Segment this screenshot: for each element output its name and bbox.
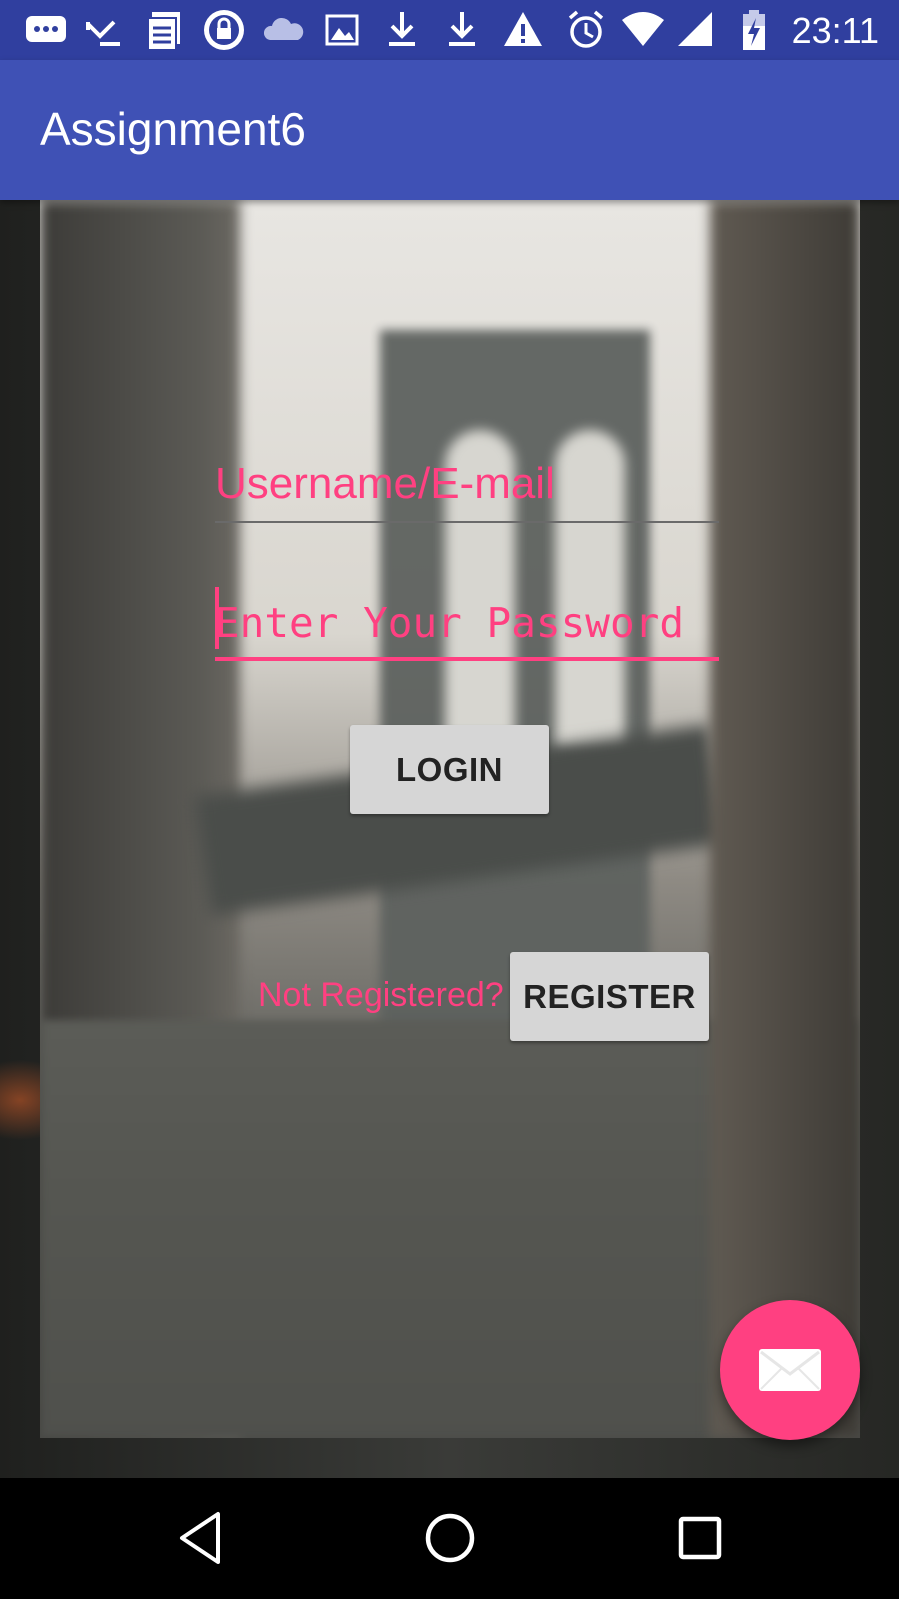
- vpn-lock-icon: [204, 10, 244, 50]
- download-icon: [389, 12, 415, 46]
- status-bar: 23:11: [0, 0, 899, 60]
- background-photo: [40, 200, 860, 1438]
- email-fab[interactable]: [720, 1300, 860, 1440]
- back-icon[interactable]: [176, 1506, 226, 1570]
- wifi-icon: [622, 12, 664, 46]
- status-time: 23:11: [791, 10, 879, 51]
- image-icon: [325, 14, 359, 46]
- username-placeholder: Username/E-mail: [215, 459, 555, 508]
- not-registered-label: Not Registered?: [258, 976, 504, 1014]
- email-icon: [759, 1349, 821, 1391]
- recents-icon[interactable]: [674, 1506, 726, 1570]
- app-title: Assignment6: [40, 103, 306, 155]
- alarm-icon: [568, 10, 604, 48]
- warning-icon: [504, 12, 542, 46]
- missed-call-icon: [86, 20, 120, 46]
- cloud-icon: [264, 17, 304, 40]
- password-field[interactable]: Enter Your Password: [215, 585, 719, 661]
- signal-icon: [678, 12, 712, 46]
- home-icon[interactable]: [418, 1506, 482, 1570]
- messenger-icon: [26, 16, 66, 42]
- navigation-bar: [0, 1478, 899, 1599]
- login-button[interactable]: LOGIN: [350, 725, 549, 814]
- news-icon: [147, 12, 180, 51]
- battery-charging-icon: [743, 10, 765, 50]
- register-button[interactable]: REGISTER: [510, 952, 709, 1041]
- app-bar: Assignment6: [0, 60, 899, 200]
- download-icon: [449, 12, 475, 46]
- password-placeholder: Enter Your Password: [215, 599, 684, 647]
- username-field[interactable]: Username/E-mail: [215, 455, 719, 523]
